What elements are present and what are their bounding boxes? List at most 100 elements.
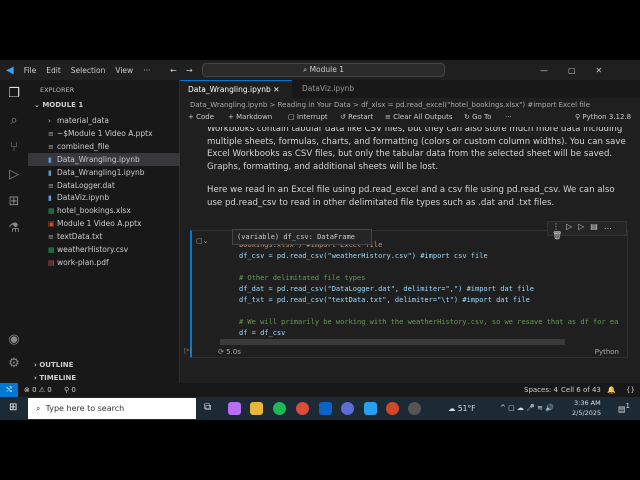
interrupt-button[interactable]: ▢ Interrupt <box>288 113 328 121</box>
cell-position-status[interactable]: Cell 6 of 43 <box>561 383 601 397</box>
menu-view[interactable]: View <box>115 66 133 75</box>
close-icon[interactable]: ✕ <box>273 85 279 94</box>
task-view-icon[interactable]: ⧉ <box>204 402 217 415</box>
markdown-paragraph-2: Here we read in an Excel file using pd.r… <box>207 185 615 208</box>
remote-icon[interactable]: ⤭ <box>0 383 18 397</box>
windows-start-icon[interactable]: ⊞ <box>9 402 17 413</box>
outline-label: OUTLINE <box>39 361 74 369</box>
clock-date[interactable]: 2/5/2025 <box>572 409 601 417</box>
extensions-icon[interactable]: ⊞ <box>6 194 22 210</box>
outline-section[interactable]: › OUTLINE <box>34 361 73 369</box>
folder-module-1[interactable]: ⌄ MODULE 1 <box>34 101 83 109</box>
file-explorer-icon[interactable] <box>250 402 263 415</box>
more-actions-button[interactable]: ··· <box>505 113 512 121</box>
file-label: combined_file <box>57 141 110 151</box>
breadcrumb: Data_Wrangling.ipynb > Reading in Your D… <box>190 101 590 109</box>
window-controls[interactable]: —▢✕ <box>540 66 622 75</box>
horizontal-scrollbar[interactable] <box>220 339 565 345</box>
indentation-status[interactable]: Spaces: 4 <box>524 383 558 397</box>
forward-arrow-icon[interactable]: → <box>186 66 193 75</box>
notification-center-icon[interactable]: ▤1 <box>618 402 630 414</box>
clock-time[interactable]: 3:36 AM <box>574 399 601 407</box>
weather-widget[interactable]: ☁ 51°F <box>448 404 476 413</box>
todo-icon[interactable] <box>341 402 354 415</box>
notifications-bell-icon[interactable]: 🔔 <box>607 383 616 397</box>
file-label: hotel_bookings.xlsx <box>57 206 131 216</box>
add-code-button[interactable]: + Code <box>188 113 214 121</box>
file-item[interactable]: ≡ textData.txt <box>28 230 180 243</box>
outlook-icon[interactable] <box>319 402 332 415</box>
command-center-search[interactable]: ⌕ Module 1 <box>202 63 445 77</box>
add-markdown-button[interactable]: + Markdown <box>228 113 272 121</box>
cell-language[interactable]: Python <box>595 348 619 356</box>
file-item[interactable]: ▮ Data_Wrangling.ipynb <box>28 152 180 166</box>
testing-icon[interactable]: ⚗ <box>6 221 22 237</box>
settings-gear-icon[interactable]: ⚙ <box>6 356 22 372</box>
status-bar: ⤭ ⊗ 0 ⚠ 0 ⚲ 0 Spaces: 4 Cell 6 of 43 🔔 {… <box>0 383 640 397</box>
search-placeholder: Type here to search <box>45 404 125 413</box>
problems-indicator[interactable]: ⊗ 0 ⚠ 0 <box>24 383 52 397</box>
code-line: df_txt = pd.read_csv("textData.txt", del… <box>239 296 530 304</box>
kernel-picker[interactable]: ⚲ Python 3.12.8 <box>575 113 631 121</box>
file-item[interactable]: ▣ Module 1 Video A.pptx <box>28 217 180 230</box>
menu-selection[interactable]: Selection <box>71 66 106 75</box>
file-item[interactable]: ≡ combined_file <box>28 140 180 153</box>
app-icon[interactable] <box>408 402 421 415</box>
search-text: Module 1 <box>309 65 345 74</box>
explorer-icon[interactable]: ❐ <box>6 86 22 102</box>
ports-indicator[interactable]: ⚲ 0 <box>64 383 76 397</box>
menu-edit[interactable]: Edit <box>46 66 61 75</box>
copilot-icon[interactable] <box>228 402 241 415</box>
file-item[interactable]: ▮ DataViz.ipynb <box>28 191 180 204</box>
explorer-sidebar: EXPLORER ⌄ MODULE 1 › material_data ≡ ~$Mod… <box>28 80 180 383</box>
file-item[interactable]: ▤ work-plan.pdf <box>28 256 180 269</box>
menu-more[interactable]: ··· <box>143 66 150 75</box>
tab-label: DataViz.ipynb <box>302 84 355 93</box>
back-arrow-icon[interactable]: ← <box>170 66 177 75</box>
clear-outputs-button[interactable]: ≡ Clear All Outputs <box>385 113 453 121</box>
hover-tooltip: (variable) df_csv: DataFrame <box>232 229 372 245</box>
code-line: df_csv = pd.read_csv("weatherHistory.csv… <box>239 252 488 260</box>
file-item[interactable]: ▦ weatherHistory.csv <box>28 243 180 256</box>
file-label: textData.txt <box>57 232 103 242</box>
tab-dataviz[interactable]: DataViz.ipynb <box>294 80 374 98</box>
file-label: DataViz.ipynb <box>57 193 110 203</box>
file-item[interactable]: ▮ Data_Wrangling1.ipynb <box>28 166 180 179</box>
powerpoint-icon[interactable] <box>386 402 399 415</box>
account-icon[interactable]: ◉ <box>6 332 22 348</box>
tab-data-wrangling[interactable]: Data_Wrangling.ipynb ✕ <box>180 80 292 98</box>
menu-file[interactable]: File <box>24 66 37 75</box>
markdown-paragraph-1: Workbooks contain tabular data like CSV … <box>207 127 626 173</box>
tab-label: Data_Wrangling.ipynb <box>188 85 271 94</box>
file-item[interactable]: › material_data <box>28 114 180 127</box>
file-label: Data_Wrangling1.ipynb <box>57 167 145 177</box>
file-item[interactable]: ▦ hotel_bookings.xlsx <box>28 204 180 217</box>
explorer-title: EXPLORER <box>40 86 75 94</box>
vscode-logo-icon: ◀ <box>6 64 14 76</box>
file-label: Module 1 Video A.pptx <box>57 219 142 229</box>
breadcrumb-section[interactable]: Reading in Your Data <box>278 101 351 109</box>
folder-label: MODULE 1 <box>42 101 84 109</box>
taskbar-search-box[interactable]: ⌕ Type here to search <box>28 398 196 419</box>
vscode-taskbar-icon[interactable] <box>364 402 377 415</box>
restart-button[interactable]: ↺ Restart <box>340 113 373 121</box>
code-cell[interactable]: ▢⌄ ⋮▷▷▤…🗑 bookings.xlsx") #import Excel … <box>184 221 628 358</box>
spotify-icon[interactable] <box>273 402 286 415</box>
file-label: work-plan.pdf <box>57 257 109 267</box>
run-debug-icon[interactable]: ▷ <box>6 167 22 183</box>
breadcrumb-symbol[interactable]: df_xlsx = pd.read_excel("hotel_bookings.… <box>361 101 590 109</box>
braces-icon[interactable]: {} <box>626 383 635 397</box>
cell-toolbar[interactable]: ⋮▷▷▤…🗑 <box>547 221 627 240</box>
file-item[interactable]: ≡ ~$Module 1 Video A.pptx <box>28 127 180 140</box>
system-tray-icons[interactable]: ^ ▢ ☁ 🎤 ≋ 🔊 <box>500 404 554 412</box>
chrome-icon[interactable] <box>296 402 309 415</box>
file-label: material_data <box>57 116 109 125</box>
code-line: # We will primarily be working with the … <box>239 318 619 326</box>
breadcrumb-file[interactable]: Data_Wrangling.ipynb <box>190 101 267 109</box>
source-control-icon[interactable]: ⑂ <box>6 140 22 156</box>
timeline-section[interactable]: › TIMELINE <box>34 374 76 382</box>
cell-checkbox-icon[interactable]: ▢⌄ <box>196 237 208 245</box>
goto-button[interactable]: ↻ Go To <box>464 113 491 121</box>
search-icon[interactable]: ⌕ <box>6 113 22 129</box>
file-item[interactable]: ≡ DataLogger.dat <box>28 179 180 192</box>
